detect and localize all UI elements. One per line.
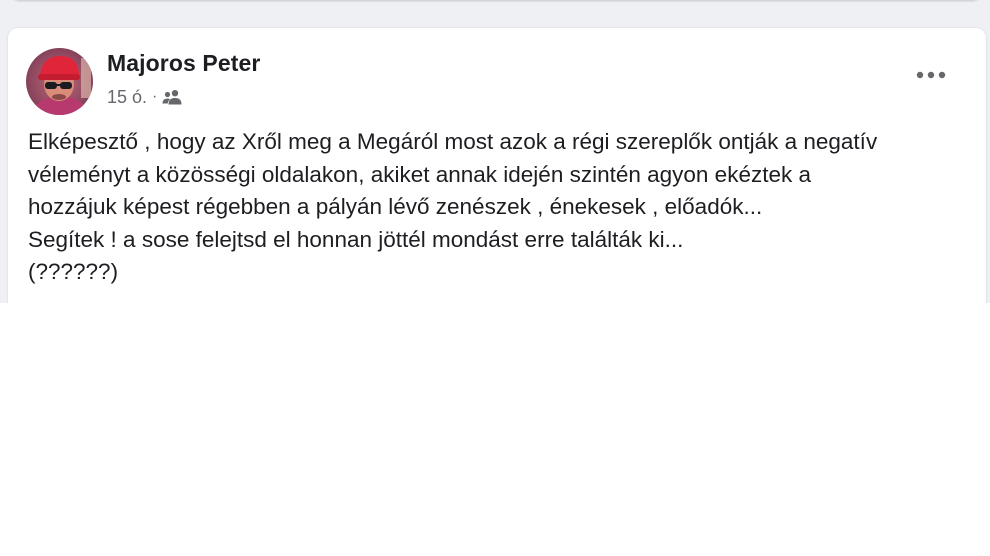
post-text-line: Elképesztő , hogy az Xről meg a Megáról … [28, 129, 878, 154]
post-meta: 15 ó. · [107, 86, 182, 108]
more-options-button[interactable] [913, 62, 949, 88]
post-timestamp[interactable]: 15 ó. [107, 87, 147, 108]
post-text-line: Segítek ! a sose felejtsd el honnan jött… [28, 226, 684, 252]
more-dots-icon [916, 66, 946, 84]
post-card: Majoros Peter 15 ó. · Elképesztő , hogy … [8, 28, 986, 303]
avatar[interactable] [26, 48, 93, 115]
post-text-line: hozzájuk képest régebben a pályán lévő z… [28, 194, 763, 219]
feed-background: Majoros Peter 15 ó. · Elképesztő , hogy … [0, 0, 990, 303]
post-author-name[interactable]: Majoros Peter [107, 50, 260, 77]
post-body: Elképesztő , hogy az Xről meg a Megáról … [28, 126, 973, 289]
friends-icon[interactable] [162, 89, 182, 105]
meta-separator: · [152, 88, 158, 105]
post-text-line: (??????) [28, 259, 119, 284]
post-text-line: véleményt a közösségi oldalakon, akiket … [28, 161, 811, 187]
